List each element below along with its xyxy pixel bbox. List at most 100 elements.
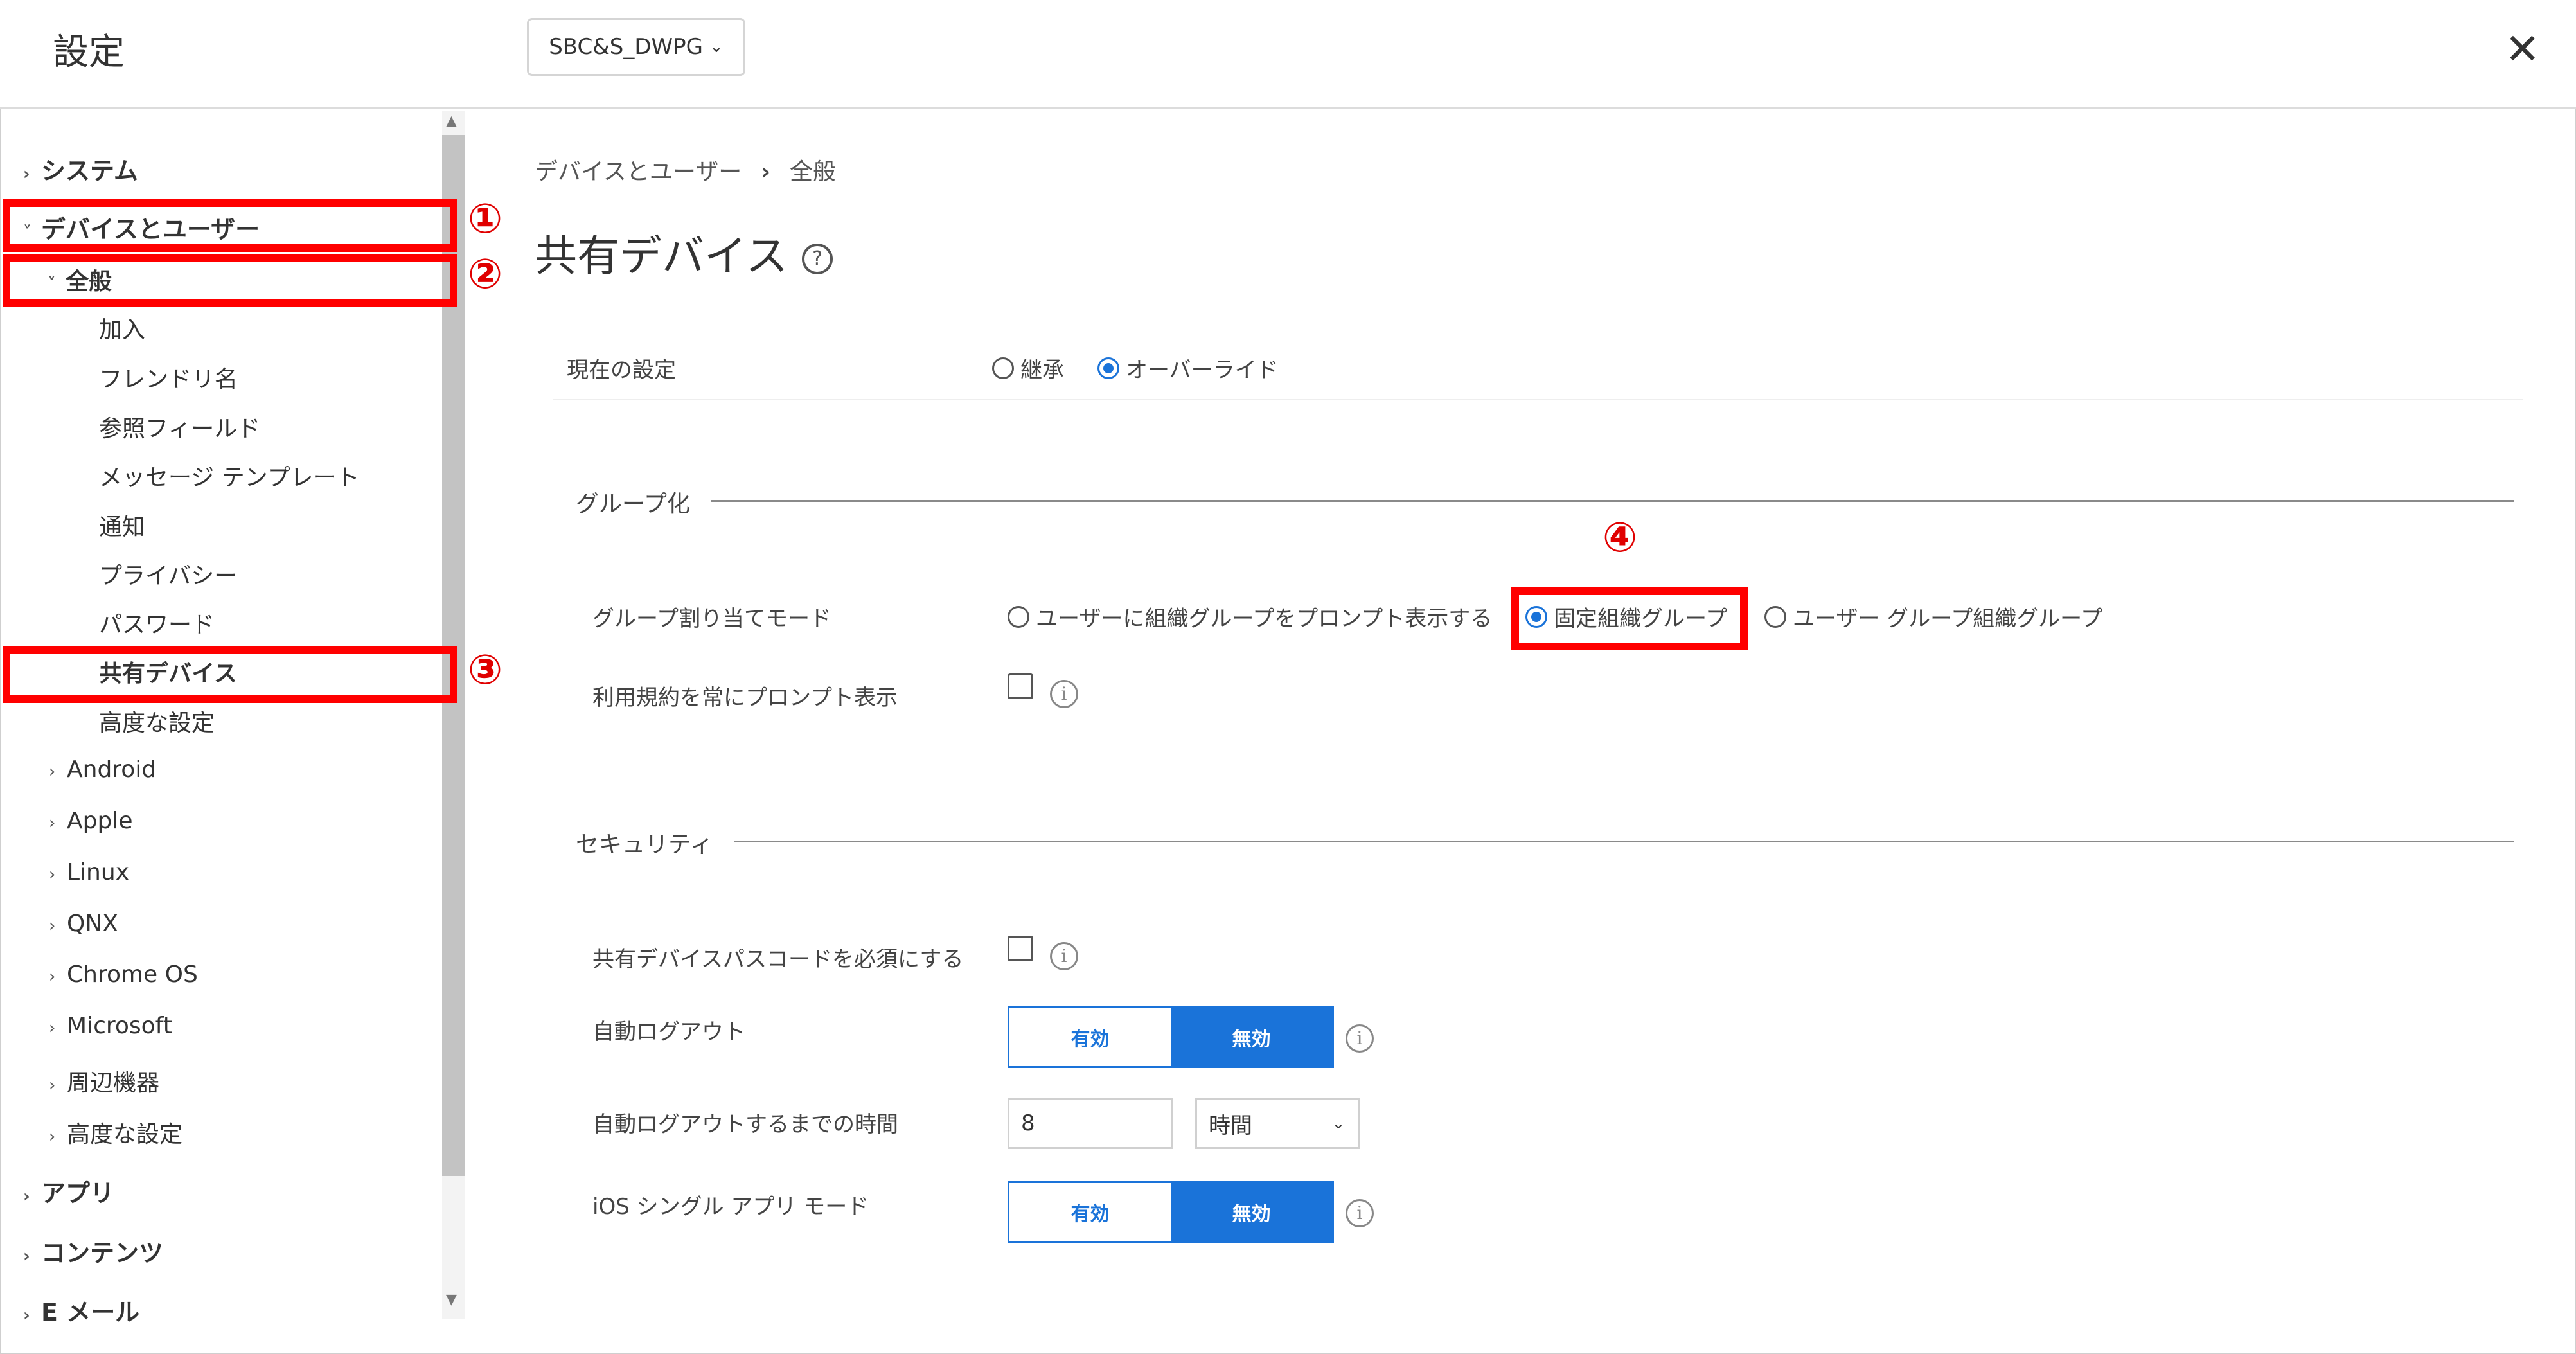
section-title-security: セキュリティ <box>576 832 713 858</box>
timeout-unit-select[interactable]: 時間 ⌄ <box>1195 1098 1360 1149</box>
sidebar-item-content[interactable]: › コンテンツ <box>23 1233 163 1269</box>
auto-logout-timeout-label: 自動ログアウトするまでの時間 <box>592 1112 898 1137</box>
radio-prompt-org-group-label: ユーザーに組織グループをプロンプト表示する <box>1036 606 1493 632</box>
sidebar-item-chrome-os[interactable]: › Chrome OS <box>49 961 198 988</box>
radio-inherit-label: 継承 <box>1020 357 1064 383</box>
auto-logout-label: 自動ログアウト <box>592 1019 745 1045</box>
sidebar-item-email[interactable]: › E メール <box>23 1292 139 1328</box>
sidebar-item-enrollment[interactable]: 加入 <box>99 311 145 344</box>
annotation-number-4: ④ <box>1603 514 1638 562</box>
chevron-down-icon: ⌄ <box>1331 1114 1345 1132</box>
radio-prompt-org-group-circle[interactable] <box>1008 605 1029 628</box>
breadcrumb-item-general[interactable]: 全般 <box>790 159 836 185</box>
breadcrumb-item-devices-users[interactable]: デバイスとユーザー <box>535 159 742 185</box>
auto-logout-timeout-input[interactable]: 8 <box>1008 1098 1173 1149</box>
radio-prompt-org-group[interactable]: ユーザーに組織グループをプロンプト表示する <box>1008 601 1492 632</box>
ios-single-app-disable-button[interactable]: 無効 <box>1171 1183 1332 1241</box>
timeout-unit-select-value: 時間 <box>1209 1112 1252 1139</box>
group-assignment-mode-label: グループ割り当てモード <box>592 606 831 632</box>
radio-inherit[interactable]: 継承 <box>992 352 1064 384</box>
radio-fixed-org-group[interactable]: 固定組織グループ <box>1525 601 1727 632</box>
auto-logout-toggle[interactable]: 有効 無効 <box>1008 1006 1334 1068</box>
section-title-grouping: グループ化 <box>576 491 690 517</box>
sidebar-item-advanced-settings[interactable]: 高度な設定 <box>99 704 215 738</box>
auto-logout-enable-button[interactable]: 有効 <box>1009 1008 1171 1066</box>
section-divider <box>711 500 2514 502</box>
sidebar-item-lookup-fields[interactable]: 参照フィールド <box>99 410 260 443</box>
chevron-right-icon: › <box>23 1187 30 1206</box>
scroll-up-icon[interactable]: ▲ <box>446 113 457 129</box>
chevron-right-icon: › <box>49 1076 56 1095</box>
sidebar-item-qnx[interactable]: › QNX <box>49 911 118 937</box>
ios-single-app-toggle[interactable]: 有効 無効 <box>1008 1181 1334 1243</box>
page-title: 共有デバイス? <box>535 222 833 283</box>
annotation-box-3 <box>3 646 457 703</box>
scroll-down-icon[interactable]: ▼ <box>446 1292 457 1308</box>
sidebar-item-apps[interactable]: › アプリ <box>23 1173 114 1209</box>
section-divider <box>734 841 2514 842</box>
breadcrumb: デバイスとユーザー › 全般 <box>535 153 836 186</box>
sidebar-item-microsoft[interactable]: › Microsoft <box>49 1013 172 1039</box>
sidebar-item-label: Apple <box>67 808 133 834</box>
sidebar-item-android[interactable]: › Android <box>49 756 156 783</box>
radio-user-group-org-group-circle[interactable] <box>1764 605 1786 628</box>
chevron-right-icon: › <box>23 1247 30 1266</box>
sidebar-item-label: コンテンツ <box>41 1239 164 1267</box>
info-icon[interactable]: i <box>1346 1024 1374 1053</box>
sidebar-item-friendly-name[interactable]: フレンドリ名 <box>99 361 238 394</box>
shared-passcode-checkbox[interactable] <box>1008 936 1033 961</box>
sidebar-item-message-template[interactable]: メッセージ テンプレート <box>99 459 360 492</box>
radio-user-group-org-group[interactable]: ユーザー グループ組織グループ <box>1764 601 2102 632</box>
org-group-selector[interactable]: SBC&S_DWPG ⌄ <box>527 18 745 76</box>
terms-prompt-checkbox[interactable] <box>1008 673 1033 699</box>
chevron-right-icon: › <box>49 967 56 986</box>
sidebar-item-privacy[interactable]: プライバシー <box>99 557 237 591</box>
divider <box>553 399 2523 400</box>
chevron-right-icon: › <box>49 762 56 781</box>
sidebar-item-passwords[interactable]: パスワード <box>99 606 215 639</box>
sidebar-item-label: Microsoft <box>67 1013 172 1039</box>
page-title-text: 共有デバイス <box>535 231 788 281</box>
annotation-box-1 <box>3 199 457 252</box>
sidebar-item-peripherals[interactable]: › 周辺機器 <box>49 1064 159 1098</box>
sidebar-item-label: E メール <box>41 1298 140 1326</box>
breadcrumb-separator-icon: › <box>761 159 771 185</box>
help-icon[interactable]: ? <box>802 243 833 274</box>
chevron-right-icon: › <box>49 1019 56 1038</box>
annotation-box-2 <box>3 254 457 307</box>
chevron-right-icon: › <box>49 1127 56 1146</box>
radio-override[interactable]: オーバーライド <box>1097 352 1279 384</box>
radio-user-group-org-group-label: ユーザー グループ組織グループ <box>1793 606 2103 632</box>
chevron-right-icon: › <box>49 865 56 884</box>
ios-single-app-enable-button[interactable]: 有効 <box>1009 1183 1171 1241</box>
sidebar-item-apple[interactable]: › Apple <box>49 808 132 834</box>
info-icon[interactable]: i <box>1346 1199 1374 1227</box>
chevron-right-icon: › <box>49 814 56 833</box>
info-icon[interactable]: i <box>1050 942 1078 970</box>
sidebar-item-label: アプリ <box>41 1179 115 1207</box>
org-group-selector-label: SBC&S_DWPG <box>549 34 703 60</box>
sidebar-item-label: Android <box>67 756 157 783</box>
current-setting-label: 現在の設定 <box>567 357 676 383</box>
radio-override-circle[interactable] <box>1097 357 1119 379</box>
sidebar-item-advanced[interactable]: › 高度な設定 <box>49 1116 182 1149</box>
sidebar-item-system[interactable]: › システム <box>23 151 138 186</box>
chevron-down-icon: ⌄ <box>709 37 724 57</box>
chevron-right-icon: › <box>49 916 56 936</box>
annotation-number-3: ③ <box>468 646 503 694</box>
close-icon[interactable]: ✕ <box>2505 28 2540 71</box>
header: 設定 SBC&S_DWPG ⌄ ✕ <box>0 0 2576 109</box>
sidebar-item-label: Linux <box>67 859 129 886</box>
sidebar-item-notifications[interactable]: 通知 <box>99 508 145 542</box>
info-icon[interactable]: i <box>1050 680 1078 708</box>
sidebar-item-label: QNX <box>67 911 118 937</box>
auto-logout-disable-button[interactable]: 無効 <box>1171 1008 1332 1066</box>
radio-inherit-circle[interactable] <box>992 357 1014 379</box>
terms-prompt-label: 利用規約を常にプロンプト表示 <box>592 685 898 711</box>
radio-fixed-org-group-circle[interactable] <box>1525 605 1547 628</box>
sidebar-item-linux[interactable]: › Linux <box>49 859 129 886</box>
sidebar-item-label: 周辺機器 <box>67 1070 160 1096</box>
ios-single-app-label: iOS シングル アプリ モード <box>592 1194 869 1220</box>
sidebar-item-label: Chrome OS <box>67 961 198 988</box>
radio-override-label: オーバーライド <box>1126 357 1279 383</box>
